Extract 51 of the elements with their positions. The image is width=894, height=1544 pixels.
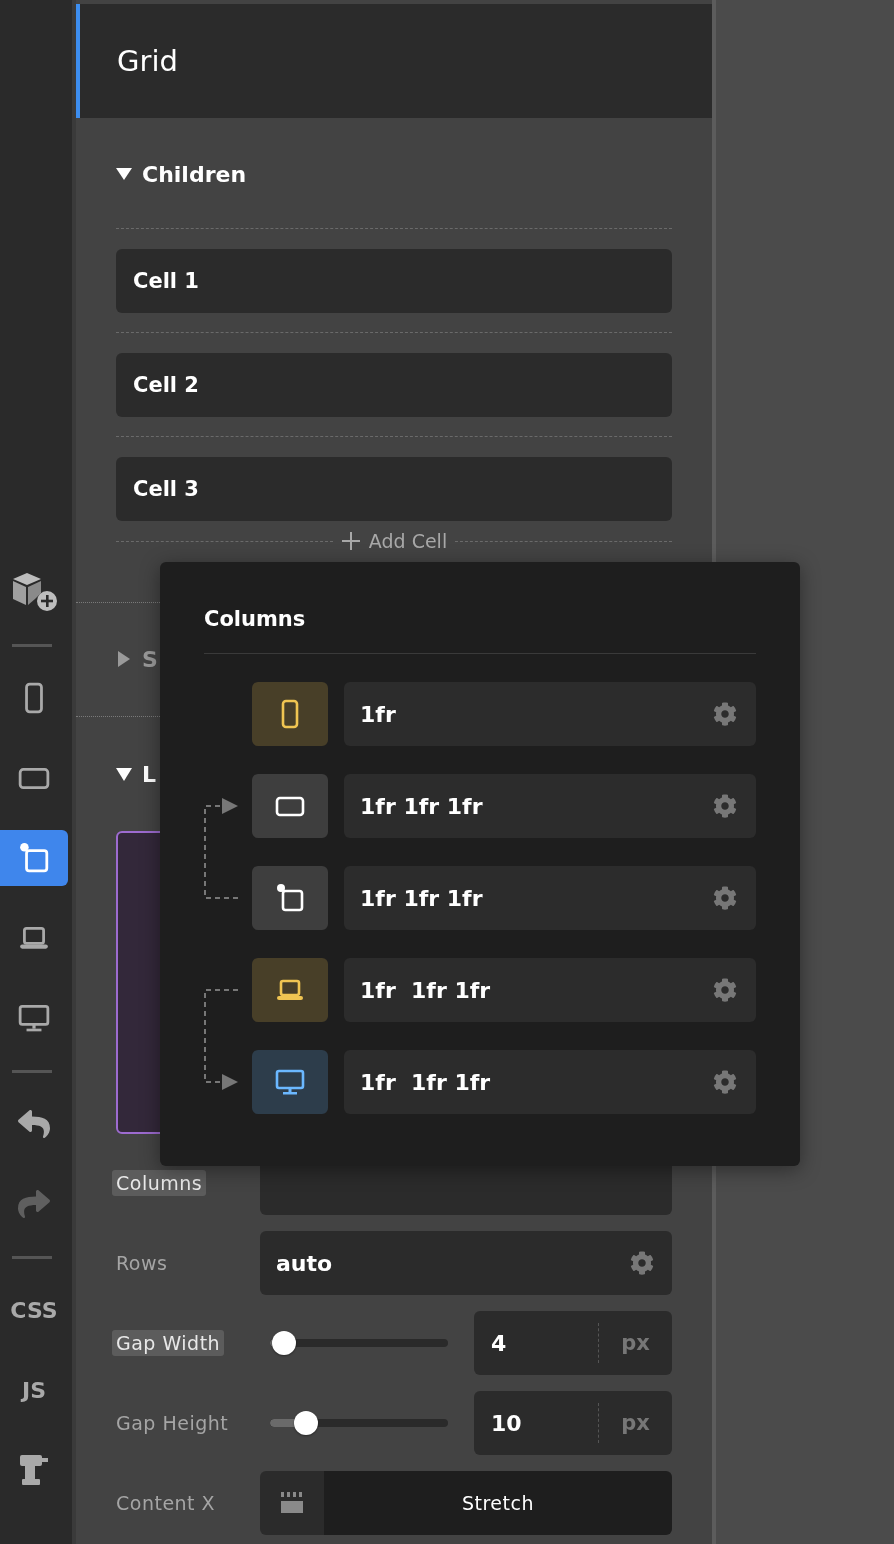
device-button[interactable] bbox=[252, 774, 328, 838]
slider-thumb[interactable] bbox=[272, 1331, 297, 1355]
stretch-select[interactable]: Stretch bbox=[324, 1471, 672, 1535]
panel-title: Grid bbox=[76, 4, 712, 118]
settings-icon[interactable] bbox=[713, 978, 737, 1002]
desktop-icon bbox=[18, 1002, 50, 1034]
cell-item[interactable]: Cell 1 bbox=[116, 249, 672, 313]
plus-icon bbox=[340, 531, 361, 551]
field-label: Gap Height bbox=[115, 1411, 230, 1436]
caret-icon bbox=[116, 766, 132, 782]
device-button[interactable] bbox=[252, 958, 328, 1022]
section-header[interactable]: Children bbox=[116, 154, 247, 194]
columns-value-field[interactable]: 1fr 1fr 1fr bbox=[344, 774, 756, 838]
add-cell-button[interactable]: Add Cell bbox=[340, 530, 448, 552]
settings-icon[interactable] bbox=[713, 886, 737, 910]
field-label: Gap Width bbox=[112, 1330, 225, 1356]
field-label: Rows bbox=[115, 1251, 169, 1276]
slider-track[interactable] bbox=[270, 1330, 448, 1356]
caret-icon bbox=[116, 651, 132, 667]
device-button[interactable] bbox=[252, 682, 328, 746]
code-button[interactable]: CSS bbox=[0, 1282, 68, 1338]
redo-icon bbox=[18, 1188, 50, 1220]
undo-icon bbox=[18, 1108, 50, 1140]
columns-value-field[interactable]: 1fr 1fr 1fr bbox=[344, 958, 756, 1022]
columns-value-field[interactable]: 1fr bbox=[344, 682, 756, 746]
slider-thumb[interactable] bbox=[293, 1411, 318, 1435]
slider-track[interactable] bbox=[270, 1410, 448, 1436]
unit-label: px bbox=[620, 1411, 651, 1435]
field-label: Content X bbox=[115, 1491, 217, 1516]
cell-item[interactable]: Cell 2 bbox=[116, 353, 672, 417]
columns-value-field[interactable]: 1fr 1fr 1fr bbox=[344, 866, 756, 930]
drill-icon bbox=[18, 1453, 50, 1487]
settings-icon[interactable] bbox=[713, 1070, 737, 1094]
number-field[interactable]: 4 px bbox=[474, 1311, 672, 1375]
number-field[interactable]: 10 px bbox=[474, 1391, 672, 1455]
rows-field[interactable]: auto bbox=[260, 1231, 672, 1295]
settings-icon[interactable] bbox=[713, 702, 737, 726]
code-button[interactable]: JS bbox=[0, 1362, 68, 1418]
unit-label: px bbox=[620, 1331, 651, 1355]
align-icon bbox=[280, 1491, 304, 1515]
device-button[interactable] bbox=[252, 1050, 328, 1114]
field-label: Columns bbox=[112, 1170, 207, 1196]
device-button[interactable] bbox=[252, 866, 328, 930]
settings-icon[interactable] bbox=[713, 794, 737, 818]
popover-title: Columns bbox=[204, 606, 307, 632]
settings-icon[interactable] bbox=[630, 1251, 654, 1275]
caret-icon bbox=[116, 167, 132, 181]
section-header[interactable]: L bbox=[116, 754, 157, 794]
rotate-icon bbox=[18, 842, 50, 874]
cell-item[interactable]: Cell 3 bbox=[116, 457, 672, 521]
columns-value-field[interactable]: 1fr 1fr 1fr bbox=[344, 1050, 756, 1114]
